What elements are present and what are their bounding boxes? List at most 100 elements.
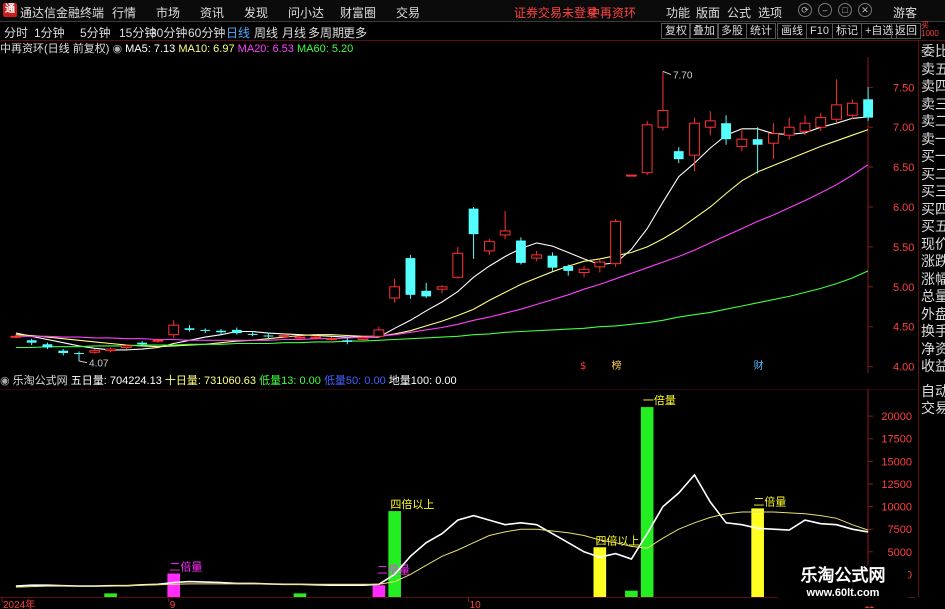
period-more[interactable]: 更多 <box>343 24 367 41</box>
candle-body-down <box>231 329 242 334</box>
menu-market[interactable]: 行情 <box>112 4 136 21</box>
low-pointer <box>78 360 88 364</box>
title-bar: 通 通达信金融终端 行情 市场 资讯 发现 问小达 财富圈 交易 证券交易未登录… <box>0 0 945 22</box>
sidebar-item-9[interactable]: 买四 <box>921 201 945 217</box>
period-tick[interactable]: 分时 <box>4 24 28 41</box>
period-1min[interactable]: 1分钟 <box>34 24 65 41</box>
price-tick-label: 4.00 <box>893 362 914 373</box>
sidebar-item-13[interactable]: 涨幅 <box>921 271 945 287</box>
sidebar-item-11[interactable]: 现价 <box>921 236 945 252</box>
minimize-icon[interactable]: – <box>818 3 832 17</box>
candle-body-up <box>831 104 842 120</box>
candle-body-up <box>846 102 858 116</box>
sidebar-item-6[interactable]: 买一 <box>921 148 945 164</box>
menu-function[interactable]: 功能 <box>666 4 690 21</box>
chart-info-bar: 中再资环(日线 前复权) ◉ MA5: 7.13 MA10: 6.97 MA20… <box>0 41 860 57</box>
sidebar-item-18[interactable]: 收益 <box>921 358 945 374</box>
sidebar-item-7[interactable]: 买二 <box>921 166 945 182</box>
low-price-label: 4.07 <box>89 359 109 370</box>
sidebar-item-8[interactable]: 买三 <box>921 183 945 199</box>
sidebar-item-0[interactable]: 委比 <box>921 43 945 59</box>
volume-bar-yellow <box>593 547 607 597</box>
refresh-icon[interactable]: ⟳ <box>798 3 812 17</box>
menu-layout[interactable]: 版面 <box>696 4 720 21</box>
indicator-name[interactable]: 乐淘公式网 <box>13 375 68 387</box>
mark-button[interactable]: 标记 <box>832 23 862 39</box>
candle-body-down <box>200 329 211 331</box>
chart-title[interactable]: 中再资环(日线 前复权) <box>0 43 109 55</box>
candle-body-down <box>263 335 274 337</box>
volume-tick-label: 20000 <box>881 411 912 423</box>
guest-label[interactable]: 游客 <box>893 4 917 21</box>
menu-discover[interactable]: 发现 <box>244 4 268 21</box>
candle-body-down <box>42 344 53 348</box>
period-60min[interactable]: 60分钟 <box>188 24 225 41</box>
menu-markets[interactable]: 市场 <box>156 4 180 21</box>
candle-body-down <box>74 353 84 355</box>
period-daily[interactable]: 日线 <box>226 24 250 41</box>
period-monthly[interactable]: 月线 <box>282 24 306 41</box>
trade-login-warning[interactable]: 证券交易未登录 <box>514 4 598 21</box>
event-marker: 榜 <box>612 359 622 372</box>
f10-button[interactable]: F10 <box>806 23 833 39</box>
sidebar-item-12[interactable]: 涨跌 <box>921 253 945 269</box>
maximize-icon[interactable]: □ <box>838 3 852 17</box>
menu-trade[interactable]: 交易 <box>396 4 420 21</box>
period-30min[interactable]: 30分钟 <box>150 24 187 41</box>
menu-options[interactable]: 选项 <box>758 4 782 21</box>
statistics-button[interactable]: 统计 <box>746 23 776 39</box>
price-tick-label: 7.00 <box>893 122 914 134</box>
sidebar-item-15[interactable]: 外盘 <box>921 306 945 322</box>
sidebar-item-16[interactable]: 换手 <box>921 323 945 339</box>
price-tick-label: 6.50 <box>893 162 914 174</box>
volume-ma-line-1 <box>15 511 869 588</box>
volume-bar-label: 二倍量 <box>753 494 786 508</box>
adjust-button[interactable]: 复权 <box>661 23 691 39</box>
candle-body-up <box>657 109 669 128</box>
sidebar-item-20[interactable]: 交易 <box>921 400 945 416</box>
candle-body-up <box>389 286 401 299</box>
menu-news[interactable]: 资讯 <box>200 4 224 21</box>
menu-wealth[interactable]: 财富圈 <box>340 4 376 21</box>
sidebar-item-3[interactable]: 卖三 <box>921 96 945 112</box>
sidebar-item-2[interactable]: 卖四 <box>921 78 945 94</box>
ma20-legend: MA20: 6.53 <box>237 43 294 55</box>
candle-body-up <box>531 254 543 259</box>
indicator-settings-icon[interactable]: ◉ <box>0 375 10 387</box>
watermark-url: www.60lt.com <box>806 587 880 599</box>
volume-bar-magenta <box>167 573 181 597</box>
date-label: 9 <box>170 600 176 609</box>
ma-line-ma10 <box>15 129 869 348</box>
volume-tick-label: 17500 <box>881 434 912 446</box>
period-toolbar: 分时 1分钟 5分钟 15分钟 30分钟 60分钟 日线 周线 月线 多周期 更… <box>0 22 945 41</box>
sidebar-item-10[interactable]: 买五 <box>921 218 945 234</box>
sidebar-item-17[interactable]: 净资 <box>921 341 945 357</box>
menu-formula[interactable]: 公式 <box>727 4 751 21</box>
candle-body-up <box>152 339 164 342</box>
multi-stock-button[interactable]: 多股 <box>717 23 747 39</box>
menu-assistant[interactable]: 问小达 <box>288 4 324 21</box>
sidebar-item-5[interactable]: 卖一 <box>921 131 945 147</box>
close-icon[interactable]: ✕ <box>858 3 872 17</box>
event-marker: $ <box>580 361 586 372</box>
period-5min[interactable]: 5分钟 <box>80 24 111 41</box>
candle-body-down <box>405 258 416 295</box>
sidebar-item-1[interactable]: 卖五 <box>921 61 945 77</box>
candle-body-down <box>752 139 763 145</box>
high-pointer <box>662 70 672 76</box>
period-weekly[interactable]: 周线 <box>254 24 278 41</box>
back-button[interactable]: 返回 <box>891 23 921 39</box>
period-multi[interactable]: 多周期 <box>308 24 344 41</box>
candle-body-down <box>247 333 258 335</box>
ma-line-ma20 <box>15 164 869 341</box>
chart-settings-icon[interactable]: ◉ <box>112 43 122 55</box>
kline-chart[interactable]: 4.00 4.50 5.00 5.50 6.00 6.50 7.00 7.50 7.70 4.07… <box>0 57 918 373</box>
candle-body-up <box>783 126 795 136</box>
overlay-button[interactable]: 叠加 <box>689 23 719 39</box>
title-stock-name: 中再资环 <box>588 6 637 20</box>
draw-line-button[interactable]: 画线 <box>777 23 807 39</box>
sidebar-item-19[interactable]: 自动 <box>921 383 945 399</box>
sidebar-item-14[interactable]: 总量 <box>921 288 945 304</box>
sidebar-item-4[interactable]: 卖二 <box>921 113 945 129</box>
volume-bar-green <box>388 511 401 597</box>
